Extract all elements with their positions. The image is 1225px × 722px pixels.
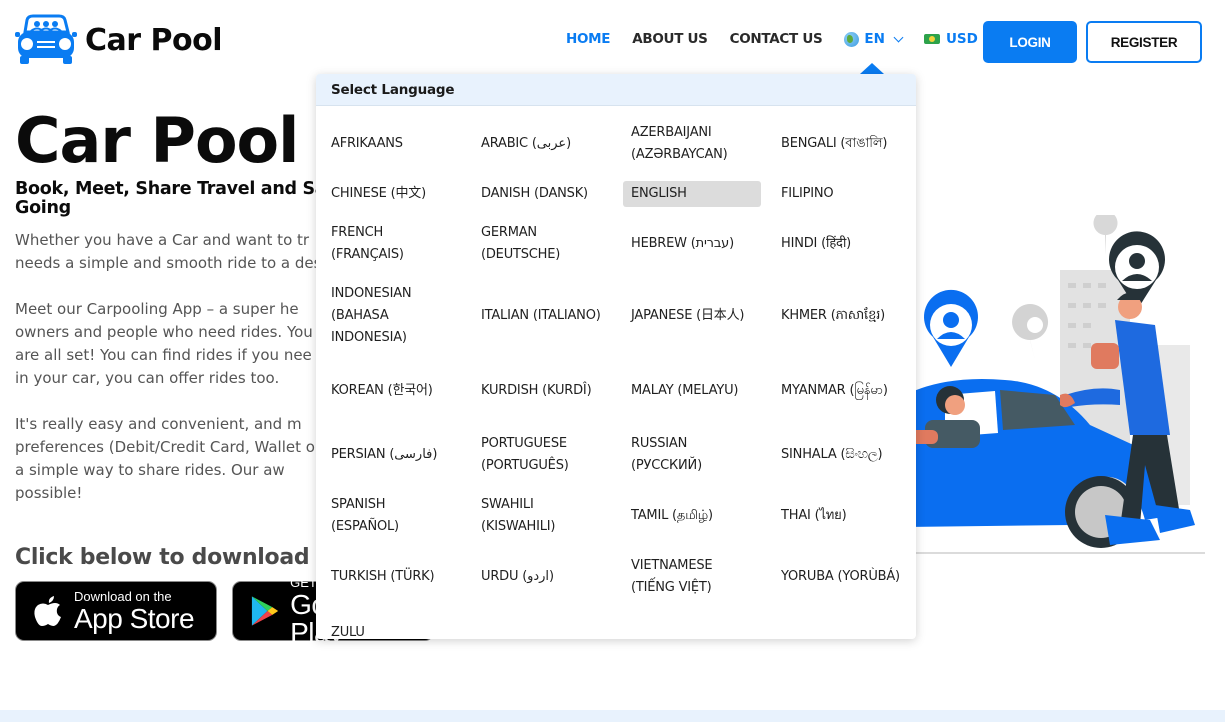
language-option-thai[interactable]: THAI (ไทย) [773,486,911,546]
language-option-japanese[interactable]: JAPANESE (日本人) [623,274,761,358]
logo[interactable]: Car Pool [15,14,223,66]
hero-title: Car Pool [15,104,299,177]
login-button[interactable]: LOGIN [983,21,1077,63]
download-title: Click below to download the [15,545,357,570]
language-option-tamil[interactable]: TAMIL (தமிழ்) [623,486,761,546]
carpool-illustration [905,215,1205,554]
language-option-myanmar[interactable]: MYANMAR (မြန်မာ) [773,358,911,424]
language-option-azerbaijani[interactable]: AZERBAIJANI (AZƏRBAYCAN) [623,114,761,174]
app-store-button[interactable]: Download on the App Store [15,581,217,641]
language-option-persian[interactable]: PERSIAN (فارسی) [323,424,461,486]
language-option-zulu[interactable]: ZULU [323,608,461,639]
language-option-kurdish[interactable]: KURDISH (KURDÎ) [473,358,611,424]
language-option-danish[interactable]: DANISH (DANSK) [473,174,611,214]
language-option-filipino[interactable]: FILIPINO [773,174,911,214]
language-options-grid: AFRIKAANS ARABIC (عربى) AZERBAIJANI (AZƏ… [316,106,916,639]
language-option-hindi[interactable]: HINDI (हिंदी) [773,214,911,274]
apple-icon [34,596,61,626]
language-option-swahili[interactable]: SWAHILI (KISWAHILI) [473,486,611,546]
money-icon [923,34,940,44]
language-option-italian[interactable]: ITALIAN (ITALIANO) [473,274,611,358]
language-option-turkish[interactable]: TURKISH (TÜRK) [323,546,461,608]
language-option-russian[interactable]: RUSSIAN (РУССКИЙ) [623,424,761,486]
language-option-khmer[interactable]: KHMER (ភាសាខ្មែរ) [773,274,911,358]
language-option-portuguese[interactable]: PORTUGUESE (PORTUGUÊS) [473,424,611,486]
language-label: EN [864,31,885,47]
language-option-urdu[interactable]: URDU (اردو) [473,546,611,608]
nav-home[interactable]: HOME [566,31,611,47]
app-store-small: Download on the [74,588,172,604]
car-logo-icon [15,14,77,64]
language-option-english[interactable]: ENGLISH [623,181,761,207]
bottom-section-band [0,710,1225,722]
language-option-sinhala[interactable]: SINHALA (සිංහල) [773,424,911,486]
logo-text: Car Pool [85,22,223,58]
language-option-spanish[interactable]: SPANISH (ESPAÑOL) [323,486,461,546]
dropdown-caret [860,63,884,74]
language-option-indonesian[interactable]: INDONESIAN (BAHASA INDONESIA) [323,274,461,358]
site-header: Car Pool HOME ABOUT US CONTACT US EN USD… [0,0,1225,84]
location-pin-blue [924,289,978,367]
language-option-french[interactable]: FRENCH (FRANÇAIS) [323,214,461,274]
language-selector[interactable]: EN [844,31,904,47]
main-nav: HOME ABOUT US CONTACT US EN USD [566,31,1017,47]
language-option-afrikaans[interactable]: AFRIKAANS [323,114,461,174]
language-option-yoruba[interactable]: YORUBA (YORÙBÁ) [773,546,911,608]
language-option-vietnamese[interactable]: VIETNAMESE (TIẾNG VIỆT) [623,546,761,608]
language-option-german[interactable]: GERMAN (DEUTSCHE) [473,214,611,274]
language-dropdown-header: Select Language [316,74,916,106]
language-option-chinese[interactable]: CHINESE (中文) [323,174,461,214]
language-option-malay[interactable]: MALAY (MELAYU) [623,358,761,424]
nav-contact-us[interactable]: CONTACT US [730,31,823,47]
app-store-big: App Store [74,602,195,634]
globe-icon [844,31,860,47]
language-option-korean[interactable]: KOREAN (한국어) [323,358,461,424]
location-pin-gray [1012,304,1049,360]
currency-label: USD [945,31,978,47]
register-button[interactable]: REGISTER [1086,21,1202,63]
language-option-hebrew[interactable]: HEBREW (עברית) [623,214,761,274]
language-option-bengali[interactable]: BENGALI (বাঙালি) [773,114,911,174]
language-dropdown: Select Language AFRIKAANS ARABIC (عربى) … [316,74,916,639]
google-play-icon [251,596,279,626]
nav-about-us[interactable]: ABOUT US [632,31,708,47]
chevron-down-icon [893,32,904,42]
language-option-arabic[interactable]: ARABIC (عربى) [473,114,611,174]
